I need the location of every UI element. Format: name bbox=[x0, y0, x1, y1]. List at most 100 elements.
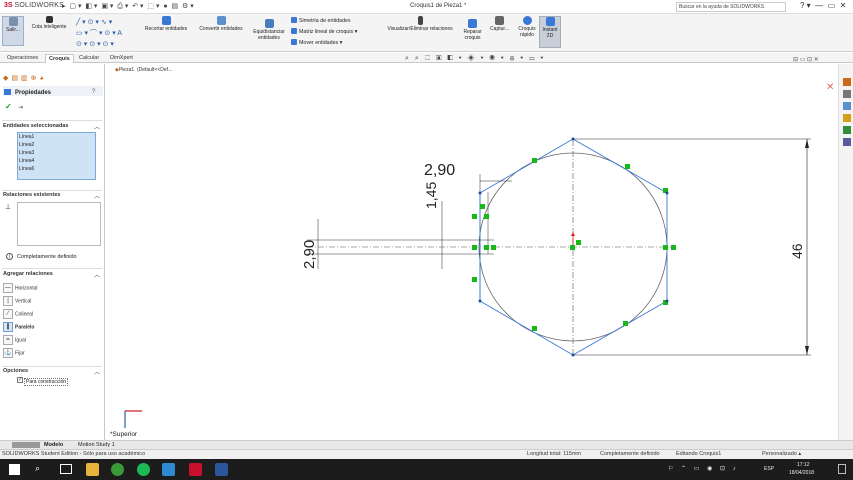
tab-motion-study[interactable]: Motion Study 1 bbox=[78, 442, 115, 448]
windows-start-icon[interactable] bbox=[9, 464, 20, 475]
dimension-290-left[interactable]: 2,90 bbox=[301, 240, 318, 269]
explorer-icon[interactable] bbox=[843, 102, 851, 110]
existing-relations-list[interactable] bbox=[17, 202, 101, 246]
search-icon[interactable]: ⌕ bbox=[35, 463, 40, 474]
task-pane bbox=[838, 64, 853, 440]
vertical-icon: | bbox=[3, 296, 13, 306]
collapse-options-icon[interactable]: ︿ bbox=[94, 367, 100, 376]
file-explorer-icon[interactable] bbox=[86, 463, 99, 476]
palette-icon[interactable] bbox=[843, 114, 851, 122]
tab-dimxpert[interactable]: DimXpert bbox=[107, 54, 136, 62]
linear-pattern-icon bbox=[291, 28, 297, 34]
options-header[interactable]: Opciones bbox=[3, 368, 28, 374]
repair-sketch-button[interactable]: Reparar croquis bbox=[460, 19, 485, 41]
offset-entities-button[interactable]: Equidistanciar entidades bbox=[250, 19, 288, 41]
property-icon bbox=[4, 89, 11, 95]
capture-button[interactable]: Captur... bbox=[486, 16, 513, 32]
add-relations-header[interactable]: Agregar relaciones bbox=[3, 271, 53, 277]
smart-dimension-button[interactable]: Cota inteligente bbox=[27, 16, 71, 30]
relation-fix[interactable]: ⚓ Fijar bbox=[3, 348, 25, 358]
construction-label[interactable]: Para construcción bbox=[24, 378, 69, 386]
move-icon bbox=[291, 39, 297, 45]
entity-item[interactable]: Línea1 bbox=[18, 133, 95, 141]
tab-modelo[interactable]: Modelo bbox=[44, 442, 63, 448]
clock-time[interactable]: 17:12 bbox=[797, 462, 810, 468]
exit-sketch-button[interactable]: Salir... bbox=[2, 16, 24, 46]
sketch-svg[interactable] bbox=[106, 64, 838, 440]
word-icon[interactable] bbox=[215, 463, 228, 476]
selected-entities-header[interactable]: Entidades seleccionadas bbox=[3, 123, 68, 129]
convert-entities-button[interactable]: Convertir entidades bbox=[195, 16, 247, 32]
tab-scroll-icon[interactable] bbox=[12, 442, 40, 448]
relation-vertical[interactable]: | Vertical bbox=[3, 296, 31, 306]
origin-arrow bbox=[571, 232, 575, 236]
instant2d-button[interactable]: Instant 2D bbox=[539, 16, 561, 48]
status-bar: SOLIDWORKS Student Edition - Sólo para u… bbox=[0, 449, 853, 459]
dimension-46[interactable]: 46 bbox=[789, 243, 805, 259]
tab-operaciones[interactable]: Operaciones bbox=[4, 54, 41, 62]
resources-icon[interactable] bbox=[843, 78, 851, 86]
trim-entities-button[interactable]: Recortar entidades bbox=[140, 16, 192, 32]
system-tray-icons[interactable]: ⚐ ⌃ ▭ ◉ ⊡ ♪ bbox=[668, 465, 739, 472]
help-icon[interactable]: ? bbox=[92, 89, 95, 95]
total-length-status: Longitud total: 115mm bbox=[527, 451, 582, 457]
tab-calcular[interactable]: Calcular bbox=[76, 54, 102, 62]
relation-collinear[interactable]: ⁄ Colineal bbox=[3, 309, 33, 319]
notifications-icon[interactable] bbox=[838, 464, 846, 474]
entity-item[interactable]: Línea2 bbox=[18, 141, 95, 149]
repair-icon bbox=[468, 19, 477, 28]
chrome-icon[interactable] bbox=[111, 463, 124, 476]
entity-item[interactable]: Línea6 bbox=[18, 165, 95, 173]
appearance-icon[interactable] bbox=[843, 126, 851, 134]
entity-item[interactable]: Línea3 bbox=[18, 149, 95, 157]
editing-status: Editando Croquis1 bbox=[676, 451, 722, 457]
construction-checkbox[interactable]: ✓ bbox=[17, 377, 23, 383]
quick-access-toolbar[interactable]: ▸ ▢ ▾ ◧ ▾ ▣ ▾ ⎙ ▾ ↶ ▾ ⬚ ▾ ● ▤ ⚙ ▾ bbox=[62, 2, 194, 11]
solidworks-logo[interactable]: 3S SOLIDWORKS bbox=[4, 2, 64, 9]
language-indicator[interactable]: ESP bbox=[764, 466, 774, 472]
viewport-controls[interactable]: ⊟ ▭ ⊡ ✕ bbox=[793, 56, 819, 63]
app-icon[interactable] bbox=[162, 463, 175, 476]
relation-horizontal[interactable]: — Horizontal bbox=[3, 283, 38, 293]
heads-up-view-toolbar[interactable]: ⌕ ⌕ ⬚ ▣ ◧ ▾ ◈ ▾ ◉ ▾ ⊕ ▾ ▭ ▾ bbox=[405, 55, 545, 63]
move-entities-button[interactable]: Mover entidades ▾ bbox=[291, 39, 342, 46]
manager-tabs[interactable]: ◆▤▥⊕◕ bbox=[3, 74, 47, 82]
display-relations-button[interactable]: Visualizar/Eliminar relaciones bbox=[382, 16, 458, 32]
existing-relations-header[interactable]: Relaciones existentes bbox=[3, 192, 60, 198]
collapse-add-icon[interactable]: ︿ bbox=[94, 270, 100, 279]
entity-item[interactable]: Línea4 bbox=[18, 157, 95, 165]
equal-icon: = bbox=[3, 335, 13, 345]
cancel-sketch-icon[interactable]: ✕ bbox=[826, 82, 834, 93]
mirror-entities-button[interactable]: Simetría de entidades bbox=[291, 17, 351, 24]
custom-properties-icon[interactable] bbox=[843, 138, 851, 146]
units-status[interactable]: Personalizado ▴ bbox=[762, 451, 801, 457]
relation-markers[interactable] bbox=[472, 158, 676, 331]
pushpin-icon[interactable]: ⇥ bbox=[18, 104, 23, 111]
clock-date[interactable]: 18/04/2018 bbox=[789, 470, 814, 476]
exit-sketch-icon bbox=[8, 17, 18, 26]
tab-croquis[interactable]: Croquis bbox=[45, 54, 74, 63]
ok-check-icon[interactable]: ✓ bbox=[5, 102, 12, 111]
dimension-290-top[interactable]: 2,90 bbox=[424, 162, 455, 180]
definition-status: Completamente definido bbox=[17, 254, 77, 260]
window-controls[interactable]: ? ▾ — ▭ ✕ bbox=[800, 1, 846, 10]
collapse-selected-icon[interactable]: ︿ bbox=[94, 122, 100, 131]
relation-equal[interactable]: = Igual bbox=[3, 335, 26, 345]
library-icon[interactable] bbox=[843, 90, 851, 98]
selected-entities-list[interactable]: Línea1 Línea2 Línea3 Línea4 Línea6 bbox=[17, 132, 96, 180]
collapse-existing-icon[interactable]: ︿ bbox=[94, 191, 100, 200]
document-title: Croquis1 de Pieza1 * bbox=[410, 3, 467, 9]
task-view-icon[interactable] bbox=[60, 464, 72, 474]
sketch-tools-group[interactable]: ╱ ▾ ⊙ ▾ ∿ ▾ ▭ ▾ ⌒ ▾ ⊙ ▾ A ⊙ ▾ ⊙ ▾ ⊙ ▾ bbox=[76, 17, 122, 50]
command-manager-ribbon: Salir... Cota inteligente ╱ ▾ ⊙ ▾ ∿ ▾ ▭ ▾… bbox=[0, 14, 853, 52]
relation-parallel[interactable]: ∥ Paralelo bbox=[3, 322, 34, 332]
linear-pattern-button[interactable]: Matriz lineal de croquis ▾ bbox=[291, 28, 357, 35]
property-title: Propiedades bbox=[15, 90, 52, 96]
property-manager-panel: ◆▤▥⊕◕ Propiedades ? ✓ ⇥ Entidades selecc… bbox=[0, 64, 105, 440]
spotify-icon[interactable] bbox=[137, 463, 150, 476]
quick-snaps-button[interactable]: Croquis rápido bbox=[515, 16, 539, 38]
help-search-input[interactable]: Buscar en la ayuda de SOLIDWORKS bbox=[676, 2, 786, 12]
graphics-area[interactable]: ◆Pieza1 (Default<<Def... 2,90 1,45 2,90 … bbox=[106, 64, 838, 440]
dimension-145[interactable]: 1,45 bbox=[423, 182, 439, 209]
solidworks-taskbar-icon[interactable] bbox=[189, 463, 202, 476]
